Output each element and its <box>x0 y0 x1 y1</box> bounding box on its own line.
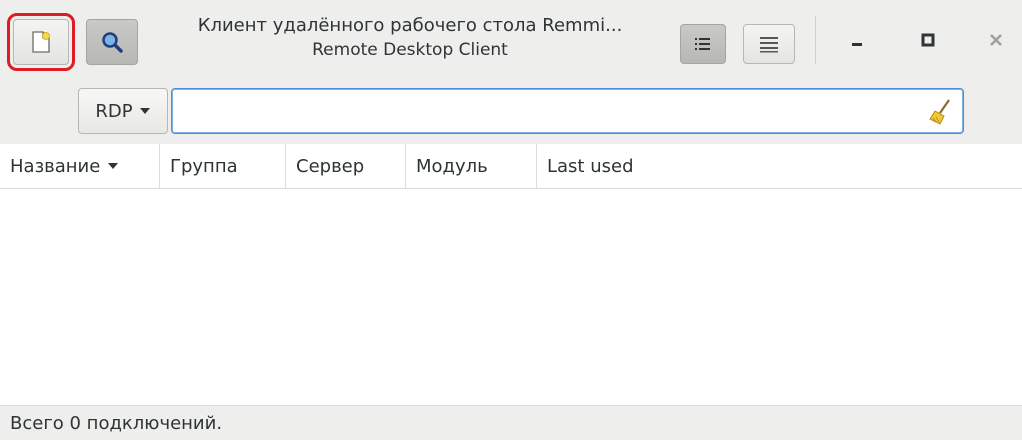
quick-connect-field[interactable] <box>171 88 964 134</box>
window-title: Клиент удалённого рабочего стола Remmi..… <box>197 15 623 36</box>
maximize-button[interactable] <box>912 24 944 56</box>
sort-descending-icon <box>108 163 119 169</box>
column-header-server[interactable]: Сервер <box>286 144 406 188</box>
column-header-group[interactable]: Группа <box>160 144 286 188</box>
search-bar: RDP <box>0 80 1022 144</box>
window-subtitle: Remote Desktop Client <box>312 40 508 60</box>
minimize-button[interactable] <box>841 24 873 56</box>
list-view-button[interactable] <box>680 24 726 64</box>
broom-clear-icon[interactable] <box>927 98 953 126</box>
tree-view-button[interactable] <box>743 24 795 64</box>
column-header-plugin[interactable]: Модуль <box>406 144 537 188</box>
column-header-name[interactable]: Название <box>0 144 160 188</box>
list-view-icon <box>695 38 710 50</box>
new-document-icon <box>32 31 50 53</box>
protocol-dropdown[interactable]: RDP <box>78 88 168 134</box>
close-icon <box>990 34 1002 46</box>
close-button[interactable] <box>980 24 1012 56</box>
column-header-label: Сервер <box>296 155 365 177</box>
maximize-icon <box>921 33 935 47</box>
column-header-label: Название <box>10 155 101 177</box>
tree-view-icon <box>760 37 778 53</box>
column-header-label: Last used <box>547 155 634 177</box>
column-header-label: Группа <box>170 155 238 177</box>
column-header-last-used[interactable]: Last used <box>537 144 1022 188</box>
connection-list[interactable] <box>0 189 1022 405</box>
protocol-dropdown-value: RDP <box>95 100 133 122</box>
search-icon <box>102 32 123 53</box>
status-bar: Всего 0 подключений. <box>0 405 1022 440</box>
header-bar: Клиент удалённого рабочего стола Remmi..… <box>0 0 1022 80</box>
new-connection-button[interactable] <box>7 13 75 71</box>
remmina-main-window: Клиент удалённого рабочего стола Remmi..… <box>0 0 1022 440</box>
column-header-label: Модуль <box>416 155 488 177</box>
minimize-icon <box>852 43 862 46</box>
search-toggle-button[interactable] <box>86 19 138 65</box>
header-separator <box>815 16 816 64</box>
status-text: Всего 0 подключений. <box>10 412 223 434</box>
window-title-block: Клиент удалённого рабочего стола Remmi..… <box>140 14 680 62</box>
chevron-down-icon <box>139 108 150 114</box>
quick-connect-input[interactable] <box>180 97 924 127</box>
connection-list-header: Название Группа Сервер Модуль Last used <box>0 144 1022 189</box>
